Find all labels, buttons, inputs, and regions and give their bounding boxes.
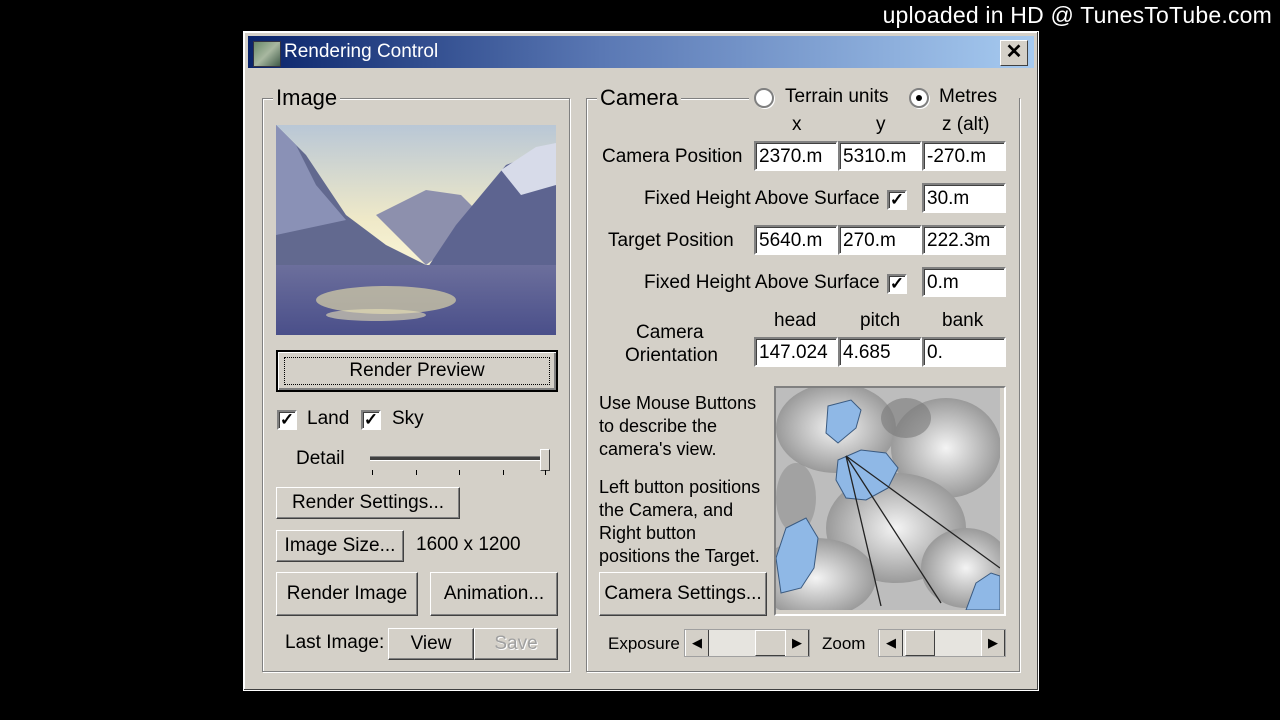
exposure-right-arrow-icon[interactable]: ▶ [785,630,809,656]
target-position-label: Target Position [608,230,734,251]
render-preview-button[interactable]: Render Preview [276,350,558,392]
camera-y-field[interactable]: 5310.m [838,141,922,171]
last-image-label: Last Image: [285,632,385,653]
camera-z-field[interactable]: -270.m [922,141,1006,171]
camera-orientation-label-line1: Camera [636,322,704,343]
column-pitch-header: pitch [860,310,901,331]
render-preview-image [276,125,556,335]
bank-field[interactable]: 0. [922,337,1006,367]
metres-radio[interactable] [909,88,929,108]
target-fixed-height-label: Fixed Height Above Surface [644,272,880,293]
window-title: Rendering Control [284,41,439,62]
image-size-button[interactable]: Image Size... [276,530,404,562]
land-label: Land [307,408,350,429]
target-fixed-height-field[interactable]: 0.m [922,267,1006,297]
camera-orientation-label-line2: Orientation [625,345,718,366]
land-checkbox[interactable]: ✓ [277,410,297,430]
close-button[interactable]: ✕ [1000,40,1028,66]
zoom-left-arrow-icon[interactable]: ◀ [879,630,903,656]
render-preview-label: Render Preview [284,357,550,385]
target-x-field[interactable]: 5640.m [754,225,838,255]
terrain-units-label: Terrain units [785,86,889,107]
render-settings-button[interactable]: Render Settings... [276,487,460,519]
image-group-legend: Image [273,85,341,111]
camera-settings-button[interactable]: Camera Settings... [599,572,767,616]
zoom-label: Zoom [822,634,866,653]
camera-fixed-height-label: Fixed Height Above Surface [644,188,880,209]
camera-group-legend: Camera [597,85,682,111]
zoom-scrollbar-thumb[interactable] [905,630,935,656]
terrain-units-radio[interactable] [754,88,774,108]
pitch-field[interactable]: 4.685 [838,337,922,367]
camera-position-label: Camera Position [602,146,743,167]
camera-fixed-height-checkbox[interactable]: ✓ [887,190,907,210]
zoom-scrollbar[interactable]: ◀ ▶ [878,629,1006,657]
column-y-header: y [876,114,886,135]
app-icon [253,41,281,67]
help-text-2a: Left button positions [599,477,761,497]
animation-button[interactable]: Animation... [430,572,558,616]
column-bank-header: bank [942,310,984,331]
help-text-2c: Right button [599,523,697,543]
target-y-field[interactable]: 270.m [838,225,922,255]
watermark: uploaded in HD @ TunesToTube.com [882,2,1272,28]
target-fixed-height-checkbox[interactable]: ✓ [887,274,907,294]
render-image-button[interactable]: Render Image [276,572,418,616]
sky-label: Sky [392,408,424,429]
metres-label: Metres [939,86,998,107]
target-z-field[interactable]: 222.3m [922,225,1006,255]
detail-slider-thumb[interactable] [540,449,550,471]
column-z-header: z (alt) [942,114,990,135]
camera-terrain-map[interactable] [774,386,1006,616]
help-text-1a: Use Mouse Buttons [599,393,757,413]
help-text-2d: positions the Target. [599,546,760,566]
exposure-left-arrow-icon[interactable]: ◀ [685,630,709,656]
sky-checkbox[interactable]: ✓ [361,410,381,430]
exposure-scrollbar[interactable]: ◀ ▶ [684,629,810,657]
help-text-1c: camera's view. [599,439,717,459]
head-field[interactable]: 147.024 [754,337,838,367]
camera-x-field[interactable]: 2370.m [754,141,838,171]
save-button[interactable]: Save [474,628,558,660]
help-text-2b: the Camera, and [599,500,734,520]
help-text-1b: to describe the [599,416,718,436]
exposure-scrollbar-thumb[interactable] [755,630,787,656]
column-head-header: head [774,310,817,331]
title-bar[interactable]: Rendering Control ✕ [248,36,1034,68]
column-x-header: x [792,114,802,135]
image-size-value: 1600 x 1200 [416,534,521,555]
zoom-right-arrow-icon[interactable]: ▶ [981,630,1005,656]
rendering-control-window: Rendering Control ✕ Image Render Preview… [243,31,1039,691]
detail-label: Detail [296,448,345,469]
detail-slider[interactable] [370,449,552,478]
camera-fixed-height-field[interactable]: 30.m [922,183,1006,213]
exposure-label: Exposure [608,634,680,653]
view-button[interactable]: View [388,628,474,660]
